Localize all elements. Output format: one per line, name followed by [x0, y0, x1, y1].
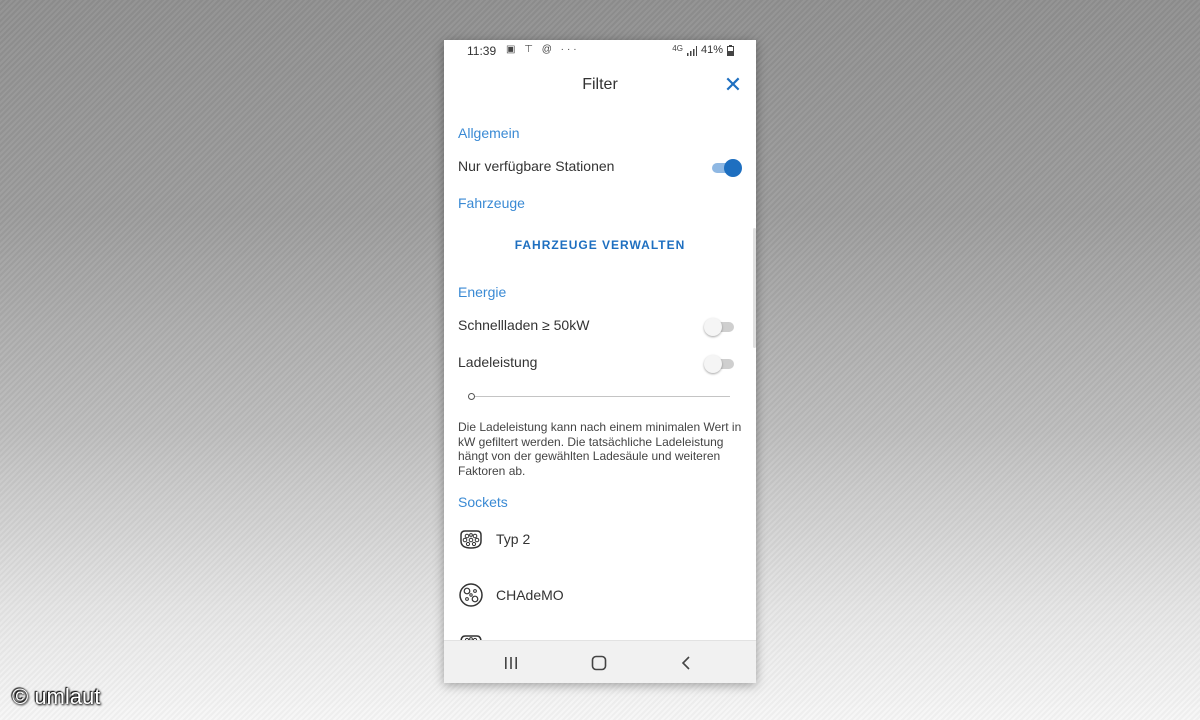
- charging-power-description: Die Ladeleistung kann nach einem minimal…: [458, 420, 742, 478]
- recent-apps-icon[interactable]: [499, 651, 523, 675]
- toggle-knob: [704, 355, 722, 373]
- battery-icon: [727, 45, 734, 56]
- fast-charging-label: Schnellladen ≥ 50kW: [458, 317, 590, 333]
- fast-charging-toggle[interactable]: [704, 317, 736, 336]
- charging-power-slider[interactable]: [468, 392, 730, 402]
- chademo-socket-icon: [459, 583, 483, 607]
- page-title: Filter: [582, 76, 618, 93]
- available-stations-toggle[interactable]: [710, 158, 742, 177]
- status-bar: 11:39 ▣ ⊤ @ ··· 4G 41%: [444, 40, 756, 62]
- section-title-general: Allgemein: [458, 125, 520, 141]
- battery-percent: 41%: [700, 44, 723, 56]
- manage-vehicles-button[interactable]: FAHRZEUGE VERWALTEN: [444, 238, 756, 256]
- network-icon: 4G: [672, 44, 683, 53]
- back-icon[interactable]: [674, 651, 698, 675]
- notification-icons: ▣ ⊤ @ ···: [506, 44, 580, 55]
- toggle-knob: [704, 318, 722, 336]
- home-icon[interactable]: [587, 651, 611, 675]
- scroll-indicator[interactable]: [753, 228, 756, 348]
- section-title-sockets: Sockets: [458, 494, 508, 510]
- section-title-energy: Energie: [458, 284, 507, 300]
- copyright-watermark: © umlaut: [12, 684, 101, 709]
- available-stations-label: Nur verfügbare Stationen: [458, 158, 615, 174]
- close-icon[interactable]: ✕: [722, 74, 744, 96]
- toggle-knob: [724, 159, 742, 177]
- slider-thumb[interactable]: [468, 393, 475, 400]
- socket-label: CHAdeMO: [496, 587, 564, 603]
- charging-power-label: Ladeleistung: [458, 354, 538, 370]
- type2-socket-icon: [460, 530, 482, 549]
- phone-screen: 11:39 ▣ ⊤ @ ··· 4G 41% Filter ✕ Allgemei…: [444, 40, 756, 683]
- section-title-vehicles: Fahrzeuge: [458, 195, 525, 211]
- socket-row-type2[interactable]: Typ 2: [444, 518, 756, 558]
- status-time: 11:39: [467, 44, 497, 58]
- status-right: 4G 41%: [672, 44, 734, 56]
- slider-track: [468, 396, 730, 397]
- system-nav-bar: [444, 640, 756, 683]
- signal-icon: [686, 46, 697, 56]
- app-header: Filter ✕: [444, 62, 756, 108]
- charging-power-toggle[interactable]: [704, 354, 736, 373]
- socket-row-chademo[interactable]: CHAdeMO: [444, 574, 756, 614]
- socket-label: Typ 2: [496, 531, 531, 547]
